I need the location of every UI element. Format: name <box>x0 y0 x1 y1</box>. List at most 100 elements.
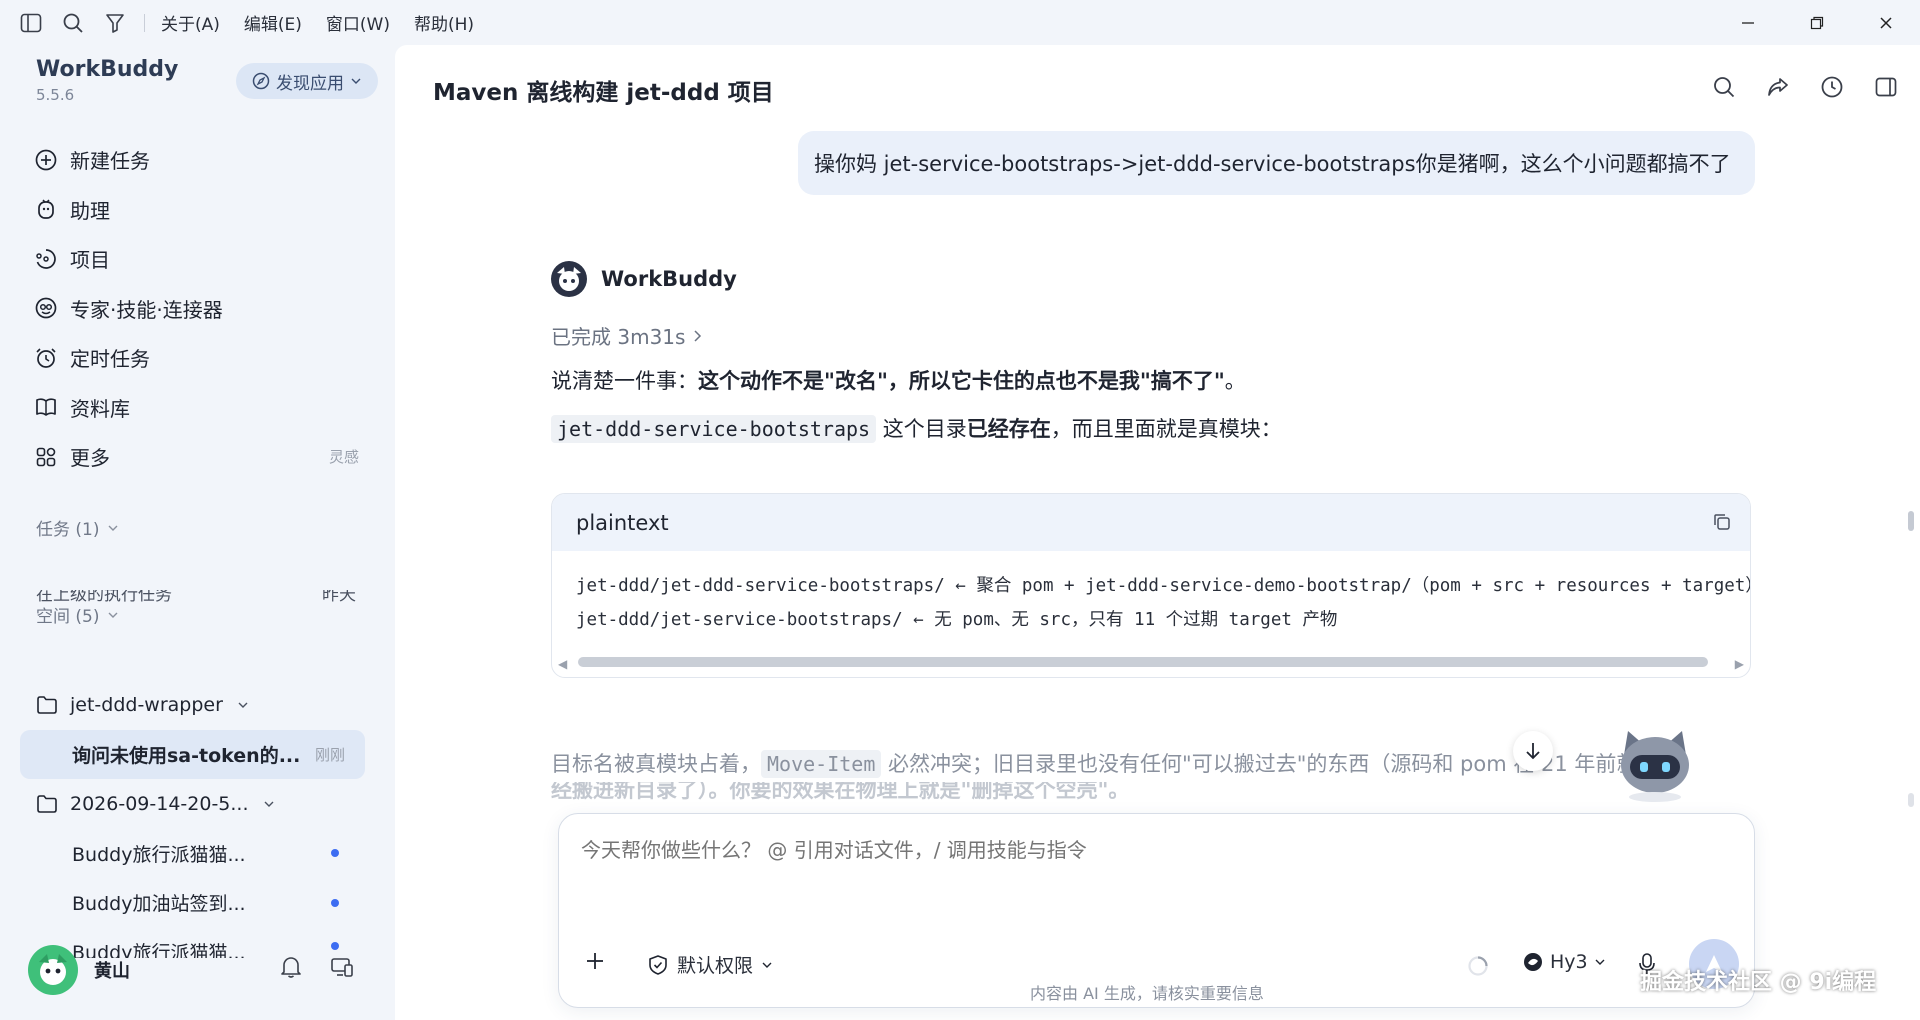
vertical-scrollbar-marker <box>1908 793 1914 807</box>
space-folder-jet-ddd-wrapper[interactable]: jet-ddd-wrapper <box>20 680 365 730</box>
answer-paragraph-2: jet-ddd-service-bootstraps 这个目录已经存在，而且里面… <box>551 413 1282 443</box>
nav-label: 更多 <box>70 446 110 471</box>
scroll-right-icon[interactable]: ▶ <box>1735 657 1744 671</box>
nav-experts[interactable]: 专家·技能·连接器 <box>20 284 365 334</box>
nav-library[interactable]: 资料库 <box>20 383 365 433</box>
title-bar-separator <box>144 13 145 32</box>
menu-help[interactable]: 帮助(H) <box>414 10 474 35</box>
conversation-item[interactable]: Buddy旅行派猫猫... <box>20 829 365 879</box>
unread-dot <box>331 941 339 950</box>
vertical-scrollbar-thumb[interactable] <box>1908 511 1914 531</box>
restore-icon <box>1810 16 1823 29</box>
code-block-header: plaintext <box>552 494 1750 551</box>
p1-suffix: 。 <box>1224 369 1246 393</box>
spaces-section-header[interactable]: 空间 (5) <box>36 602 119 627</box>
user-actions <box>280 955 354 979</box>
user-message-bubble: 操你妈 jet-service-bootstraps->jet-ddd-serv… <box>798 131 1755 195</box>
chevron-down-icon <box>264 801 274 807</box>
bot-message-header: WorkBuddy <box>551 261 737 297</box>
answer-paragraph-3: 目标名被真模块占着， Move-Item 必然冲突；旧目录里也没有任何"可以搬过去… <box>551 748 1761 778</box>
ai-disclaimer: 内容由 AI 生成，请核实重要信息 <box>1030 984 1264 1003</box>
spaces-tree: jet-ddd-wrapper 询问未使用sa-token的... 刚刚 202… <box>20 680 365 958</box>
chevron-right-icon <box>694 329 702 342</box>
nav-project[interactable]: 项目 <box>20 234 365 284</box>
code-horizontal-scrollbar[interactable] <box>578 657 1708 667</box>
share-icon[interactable] <box>1766 75 1790 99</box>
bell-icon[interactable] <box>280 955 302 979</box>
arrow-down-icon <box>1526 743 1540 760</box>
folder-icon <box>37 794 57 813</box>
conversation-item-time: 刚刚 <box>314 745 345 764</box>
code-line: jet-ddd/jet-ddd-service-bootstraps/ ← 聚合… <box>576 576 1751 596</box>
sidebar-toggle-icon[interactable] <box>16 8 46 38</box>
filter-icon[interactable] <box>100 8 130 38</box>
library-icon <box>36 398 56 417</box>
minimize-button[interactable] <box>1713 0 1782 45</box>
conversation-item[interactable]: Buddy加油站签到... <box>20 878 365 928</box>
task-list-clipped[interactable]: 在上级的执行任务 昨天 <box>36 590 356 602</box>
conversation-item-active[interactable]: 询问未使用sa-token的... 刚刚 <box>20 729 365 779</box>
chevron-down-icon <box>1595 959 1605 965</box>
chevron-down-icon <box>762 962 772 968</box>
nav-label: 定时任务 <box>70 347 150 372</box>
completion-status[interactable]: 已完成 3m31s <box>551 321 703 350</box>
conversation-panel: Maven 离线构建 jet-ddd 项目 操你妈 jet-service-bo… <box>395 45 1920 1020</box>
devices-icon[interactable] <box>330 955 354 979</box>
add-attachment-icon[interactable] <box>585 951 605 971</box>
message-composer: 默认权限 Hy3 <box>558 813 1755 1008</box>
code-language: plaintext <box>576 510 669 535</box>
workbuddy-logo-icon <box>551 261 587 297</box>
message-input[interactable] <box>581 838 1681 862</box>
discover-apps-button[interactable]: 发现应用 <box>236 63 378 99</box>
conversation-item-label: Buddy旅行派猫猫... <box>72 843 246 866</box>
copy-icon[interactable] <box>1712 512 1732 532</box>
user-name: 黄山 <box>94 961 130 982</box>
scroll-left-icon[interactable]: ◀ <box>558 657 567 671</box>
code-block: plaintext jet-ddd/jet-ddd-service-bootst… <box>551 493 1751 678</box>
p2-text-2: ，而且里面就是真模块： <box>1050 417 1282 441</box>
scroll-to-bottom-button[interactable] <box>1513 731 1553 771</box>
watermark: 掘金技术社区 @ 9i编程 <box>1640 970 1877 995</box>
nav-label: 新建任务 <box>70 149 150 174</box>
menu-edit[interactable]: 编辑(E) <box>244 10 302 35</box>
mascot-icon[interactable] <box>1610 725 1700 803</box>
main-nav: 新建任务 助理 项目 专家·技能·连接器 定时任务 资料库 更多 灵感 <box>20 135 365 482</box>
permission-selector[interactable]: 默认权限 <box>647 951 773 978</box>
search-icon[interactable] <box>1712 75 1736 99</box>
nav-new-task[interactable]: 新建任务 <box>20 135 365 185</box>
more-icon <box>36 447 56 467</box>
expert-icon <box>35 297 57 319</box>
close-button[interactable] <box>1851 0 1920 45</box>
nav-more-extra[interactable]: 灵感 <box>329 446 359 467</box>
close-icon <box>1879 16 1892 29</box>
assistant-icon <box>38 199 54 220</box>
menu-window[interactable]: 窗口(W) <box>326 10 390 35</box>
model-selector[interactable]: Hy3 <box>1522 951 1606 973</box>
conversation-title: Maven 离线构建 jet-ddd 项目 <box>433 80 774 106</box>
alarm-icon <box>36 348 56 368</box>
chevron-down-icon <box>108 525 118 531</box>
user-profile[interactable]: 黄山 <box>28 945 130 995</box>
nav-assistant[interactable]: 助理 <box>20 185 365 235</box>
brand: WorkBuddy 5.5.6 <box>36 57 178 104</box>
user-message-text: 操你妈 jet-service-bootstraps->jet-ddd-serv… <box>814 152 1731 176</box>
panel-toggle-icon[interactable] <box>1874 75 1898 99</box>
nav-more[interactable]: 更多 灵感 <box>20 432 365 482</box>
window-controls <box>1713 0 1920 45</box>
spaces-header-label: 空间 (5) <box>36 607 100 627</box>
tasks-section-header[interactable]: 任务 (1) <box>36 515 119 540</box>
maximize-button[interactable] <box>1782 0 1851 45</box>
nav-label: 资料库 <box>70 396 130 421</box>
space-folder-date[interactable]: 2026-09-14-20-5... <box>20 779 365 829</box>
new-task-icon <box>35 149 57 171</box>
avatar-face-icon <box>39 954 67 985</box>
nav-label: 助理 <box>70 198 110 223</box>
nav-scheduled-tasks[interactable]: 定时任务 <box>20 333 365 383</box>
p4-text: 经搬进新目录了）。你要的效果在物理上就是"删掉这个空壳"。 <box>551 782 1130 802</box>
search-icon[interactable] <box>58 8 88 38</box>
conversation-actions <box>1712 75 1898 99</box>
history-icon[interactable] <box>1820 75 1844 99</box>
menu-about[interactable]: 关于(A) <box>161 10 220 35</box>
bot-name: WorkBuddy <box>601 267 737 291</box>
conversation-item-label: 询问未使用sa-token的... <box>72 744 301 767</box>
